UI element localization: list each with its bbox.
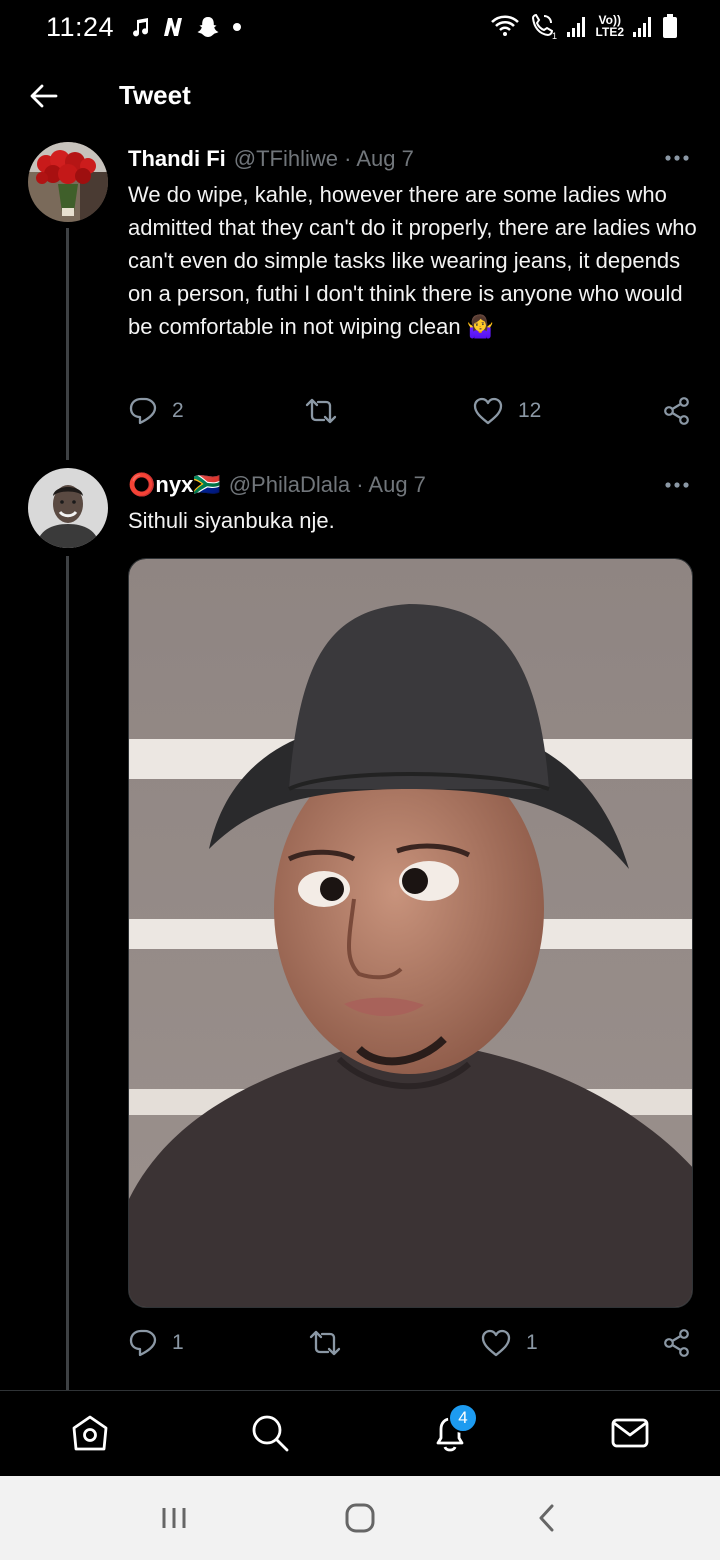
home-icon[interactable] bbox=[68, 1411, 112, 1455]
like-count: 1 bbox=[526, 1331, 538, 1354]
home-button-icon[interactable] bbox=[342, 1500, 378, 1536]
header: Tweet bbox=[0, 60, 720, 132]
notification-badge: 4 bbox=[448, 1403, 478, 1433]
share-icon bbox=[664, 1329, 689, 1357]
battery-icon bbox=[663, 14, 677, 38]
share-button[interactable] bbox=[662, 1328, 692, 1358]
author-name[interactable]: Thandi Fi bbox=[128, 146, 226, 172]
tweet-text: Sithuli siyanbuka nje. bbox=[128, 508, 335, 533]
messages-icon[interactable] bbox=[608, 1411, 652, 1455]
signal-icon bbox=[566, 17, 585, 37]
heart-icon bbox=[473, 397, 503, 425]
page-title: Tweet bbox=[119, 80, 191, 110]
retweet-button[interactable] bbox=[304, 396, 352, 426]
reply-button[interactable]: 1 bbox=[128, 1328, 184, 1358]
status-bar: 11:24 1 Vo)) LTE2 bbox=[0, 0, 720, 54]
reply-count: 2 bbox=[172, 399, 184, 422]
system-nav-bar bbox=[0, 1476, 720, 1560]
tweet-media-photo[interactable] bbox=[128, 558, 693, 1308]
volte-icon: Vo)) LTE2 bbox=[595, 13, 624, 39]
retweet-button[interactable] bbox=[308, 1328, 356, 1358]
thread-line bbox=[66, 228, 69, 460]
status-left-icons bbox=[132, 16, 242, 38]
signal-icon bbox=[633, 17, 651, 37]
search-icon[interactable] bbox=[248, 1411, 292, 1455]
retweet-icon bbox=[309, 1330, 341, 1356]
reply-count: 1 bbox=[172, 1331, 184, 1354]
snapchat-icon bbox=[197, 17, 219, 37]
recents-icon[interactable] bbox=[156, 1500, 192, 1536]
tweet-header: ⭕nyx🇿🇦 @PhilaDlala · Aug 7 bbox=[128, 472, 426, 498]
avatar[interactable] bbox=[28, 468, 108, 548]
status-time: 11:24 bbox=[46, 11, 115, 42]
author-handle-date: @PhilaDlala · Aug 7 bbox=[228, 472, 426, 497]
heart-icon bbox=[481, 1329, 511, 1357]
thread-line bbox=[66, 556, 69, 1392]
tweet-actions: 2 12 bbox=[128, 396, 694, 430]
svg-text:1: 1 bbox=[552, 31, 557, 40]
roses-avatar bbox=[28, 142, 108, 222]
wifi-calling-icon: 1 bbox=[531, 13, 557, 40]
author-handle-date: @TFihliwe · Aug 7 bbox=[233, 146, 414, 171]
reply-icon bbox=[129, 1329, 157, 1357]
photo-person-bucket-hat bbox=[129, 559, 692, 1307]
netflix-icon bbox=[164, 18, 183, 36]
reply-button[interactable]: 2 bbox=[128, 396, 184, 426]
tweet-actions: 1 1 bbox=[128, 1328, 694, 1362]
retweet-icon bbox=[305, 398, 337, 424]
status-right-icons: 1 Vo)) LTE2 bbox=[490, 12, 678, 40]
tweet-text: We do wipe, kahle, however there are som… bbox=[128, 182, 697, 339]
dot-icon bbox=[233, 23, 242, 31]
arrow-left-icon[interactable] bbox=[28, 80, 60, 112]
bottom-nav bbox=[0, 1390, 720, 1476]
author-name[interactable]: ⭕nyx🇿🇦 bbox=[128, 472, 221, 498]
reply-icon bbox=[129, 397, 157, 425]
share-icon bbox=[664, 397, 689, 425]
more-options-icon[interactable] bbox=[664, 154, 690, 162]
like-button[interactable]: 12 bbox=[472, 396, 541, 426]
share-button[interactable] bbox=[662, 396, 692, 426]
man-avatar bbox=[28, 468, 108, 548]
tweet-header: Thandi Fi @TFihliwe · Aug 7 bbox=[128, 146, 414, 172]
avatar[interactable] bbox=[28, 142, 108, 222]
music-note-icon bbox=[133, 18, 149, 37]
more-options-icon[interactable] bbox=[664, 481, 690, 489]
like-count: 12 bbox=[518, 399, 542, 422]
like-button[interactable]: 1 bbox=[480, 1328, 538, 1358]
wifi-icon bbox=[490, 15, 519, 36]
back-icon[interactable] bbox=[530, 1500, 566, 1536]
